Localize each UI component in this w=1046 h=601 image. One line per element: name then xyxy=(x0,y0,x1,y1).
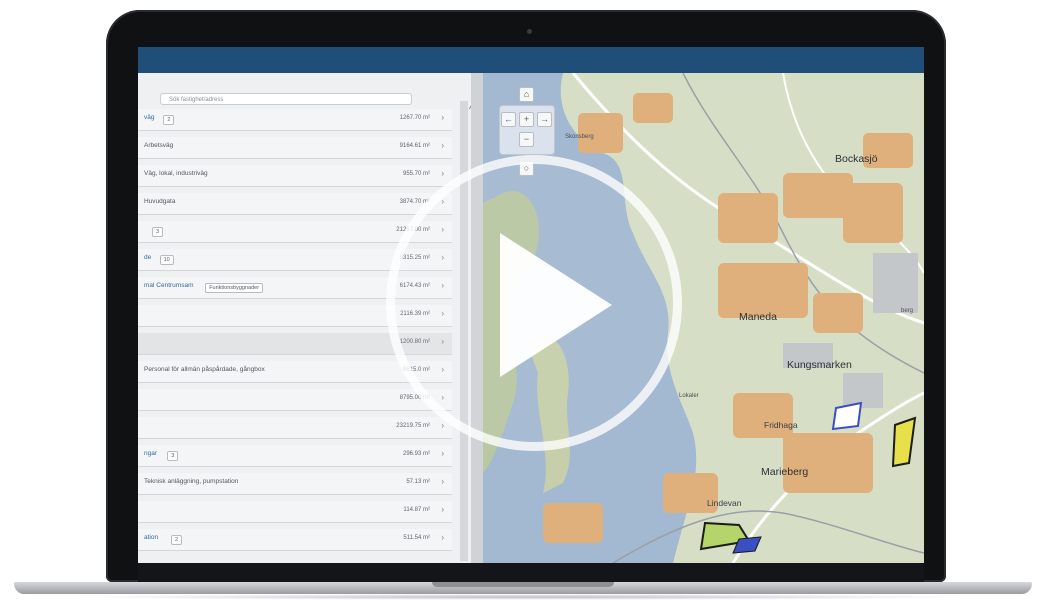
row-label: ngar xyxy=(144,450,158,457)
chevron-right-icon[interactable]: › xyxy=(441,169,444,178)
chevron-right-icon[interactable]: › xyxy=(441,477,444,486)
row-badge: 3 xyxy=(152,227,164,237)
row-label: Teknisk anläggning, pumpstation xyxy=(144,478,239,485)
map-label-lokaler: Lokaler xyxy=(679,393,699,399)
row-label: Huvudgata xyxy=(144,198,176,205)
chevron-right-icon[interactable]: › xyxy=(441,449,444,458)
map-label-maneda: Maneda xyxy=(739,311,777,323)
row-label: mal Centrumsam xyxy=(144,282,194,289)
zoom-in-button[interactable]: + xyxy=(519,112,534,127)
zoom-out-button[interactable]: − xyxy=(519,132,534,147)
pan-right-icon[interactable]: → xyxy=(537,112,552,127)
row-badge: 3 xyxy=(167,451,179,461)
laptop-hinge-notch xyxy=(432,582,614,587)
row-area-value: 511.54 m² xyxy=(403,535,430,541)
row-badge: 2 xyxy=(163,115,175,125)
table-row[interactable]: ngar 3 296.93 m² › xyxy=(138,445,452,467)
chevron-right-icon[interactable]: › xyxy=(441,533,444,542)
chevron-right-icon[interactable]: › xyxy=(441,113,444,122)
laptop-screen-bezel-bottom xyxy=(138,563,924,582)
search-input[interactable]: Sök fastighet/adress xyxy=(160,93,412,105)
row-label: Personal för allmän påspårdade, gångbox xyxy=(144,366,265,373)
row-label: Arbetsväg xyxy=(144,142,174,149)
map-label-kungsmarken: Kungsmarken xyxy=(787,359,852,371)
row-area-value: 57.13 m² xyxy=(406,479,430,485)
app-header-bar xyxy=(138,47,924,73)
map-label-berg: berg xyxy=(901,308,914,314)
home-icon[interactable]: ⌂ xyxy=(519,87,534,102)
row-area-value: 955.70 m² xyxy=(402,171,430,177)
row-badge: Funktionsbyggnader xyxy=(205,283,264,293)
row-area-value: 9164.61 m² xyxy=(399,143,430,149)
row-label: väg xyxy=(144,114,155,121)
map-label-fridhaga: Fridhaga xyxy=(764,420,798,430)
table-row[interactable]: Huvudgata 3874.70 m² › xyxy=(138,193,452,215)
chevron-right-icon[interactable]: › xyxy=(441,421,444,430)
row-area-value: 1267.70 m² xyxy=(399,115,430,121)
table-row[interactable]: Arbetsväg 9164.61 m² › xyxy=(138,137,452,159)
row-area-value: 114.87 m² xyxy=(403,507,430,513)
map-label-skonsberg: Skonsberg xyxy=(565,134,594,140)
row-label: Väg, lokal, industriväg xyxy=(144,170,208,177)
map-label-marieberg: Marieberg xyxy=(761,466,809,478)
pan-left-icon[interactable]: ← xyxy=(501,112,516,127)
laptop-shadow xyxy=(60,594,986,600)
row-label: ation xyxy=(144,534,159,541)
chevron-right-icon[interactable]: › xyxy=(441,505,444,514)
map-label-lindevan: Lindevan xyxy=(707,498,742,508)
row-badge: 2 xyxy=(171,535,183,545)
table-row[interactable]: Väg, lokal, industriväg 955.70 m² › xyxy=(138,165,452,187)
row-area-value: 296.93 m² xyxy=(402,451,430,457)
table-row[interactable]: ation 2 511.54 m² › xyxy=(138,529,452,551)
webcam-icon xyxy=(527,29,532,34)
table-row[interactable]: 8795.00 m² › xyxy=(138,389,452,411)
table-row[interactable]: väg 2 1267.70 m² › xyxy=(138,109,452,131)
row-badge: 10 xyxy=(159,255,174,265)
map-label-bockasjo: Bockasjö xyxy=(835,153,878,165)
table-row[interactable]: 114.87 m² › xyxy=(138,501,452,523)
table-row[interactable]: 23219.75 m² › xyxy=(138,417,452,439)
row-label: de xyxy=(144,254,152,261)
table-row[interactable]: Teknisk anläggning, pumpstation 57.13 m² › xyxy=(138,473,452,495)
play-icon[interactable] xyxy=(500,233,612,377)
chevron-right-icon[interactable]: › xyxy=(441,141,444,150)
row-area-value: 23219.75 m² xyxy=(396,423,430,429)
